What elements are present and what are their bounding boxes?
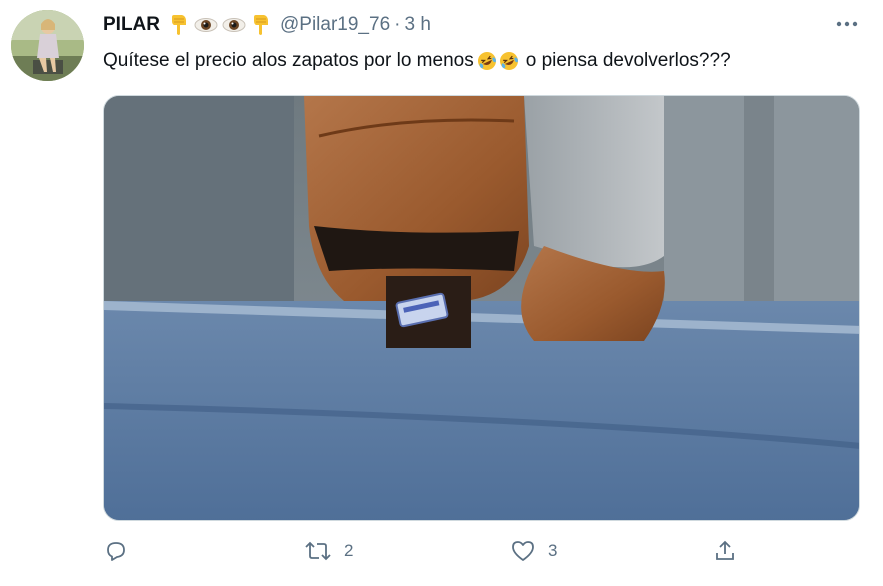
backhand-index-down-icon <box>254 15 268 35</box>
retweet-count: 2 <box>344 541 354 560</box>
reply-button[interactable] <box>104 539 140 563</box>
rolling-laughing-icon <box>499 52 518 70</box>
like-count: 3 <box>548 541 558 560</box>
tweet-text-end: o piensa devolverlos??? <box>525 50 731 71</box>
tweet-actions: 2 3 <box>0 539 883 571</box>
avatar[interactable] <box>11 10 84 81</box>
tweet-media[interactable] <box>103 95 860 521</box>
timestamp[interactable]: 3 h <box>404 14 430 36</box>
tweet-header: PILAR @Pilar19_76 · 3 h <box>103 12 431 38</box>
retweet-icon <box>305 541 331 561</box>
like-button[interactable]: 3 <box>510 539 557 563</box>
share-button[interactable] <box>713 539 737 563</box>
tweet-text-start: Quítese el precio alos zapatos por lo me… <box>103 50 474 71</box>
more-options-icon[interactable] <box>834 14 860 34</box>
heart-icon <box>512 541 534 561</box>
tweet[interactable]: PILAR @Pilar19_76 · 3 h Quítese el preci… <box>0 0 883 586</box>
eye-icon <box>222 18 246 32</box>
share-icon <box>716 540 734 560</box>
eye-icon <box>194 18 218 32</box>
rolling-laughing-icon <box>477 52 496 70</box>
separator-dot: · <box>394 14 401 35</box>
laughing-emojis <box>476 51 520 71</box>
shoe-with-price-sticker-photo <box>104 96 859 520</box>
handle[interactable]: @Pilar19_76 <box>280 14 390 36</box>
retweet-button[interactable]: 2 <box>304 539 353 563</box>
name-emojis <box>168 13 272 37</box>
backhand-index-down-icon <box>172 15 186 35</box>
reply-icon <box>107 542 125 561</box>
tweet-text: Quítese el precio alos zapatos por lo me… <box>103 48 731 74</box>
display-name[interactable]: PILAR <box>103 14 160 36</box>
